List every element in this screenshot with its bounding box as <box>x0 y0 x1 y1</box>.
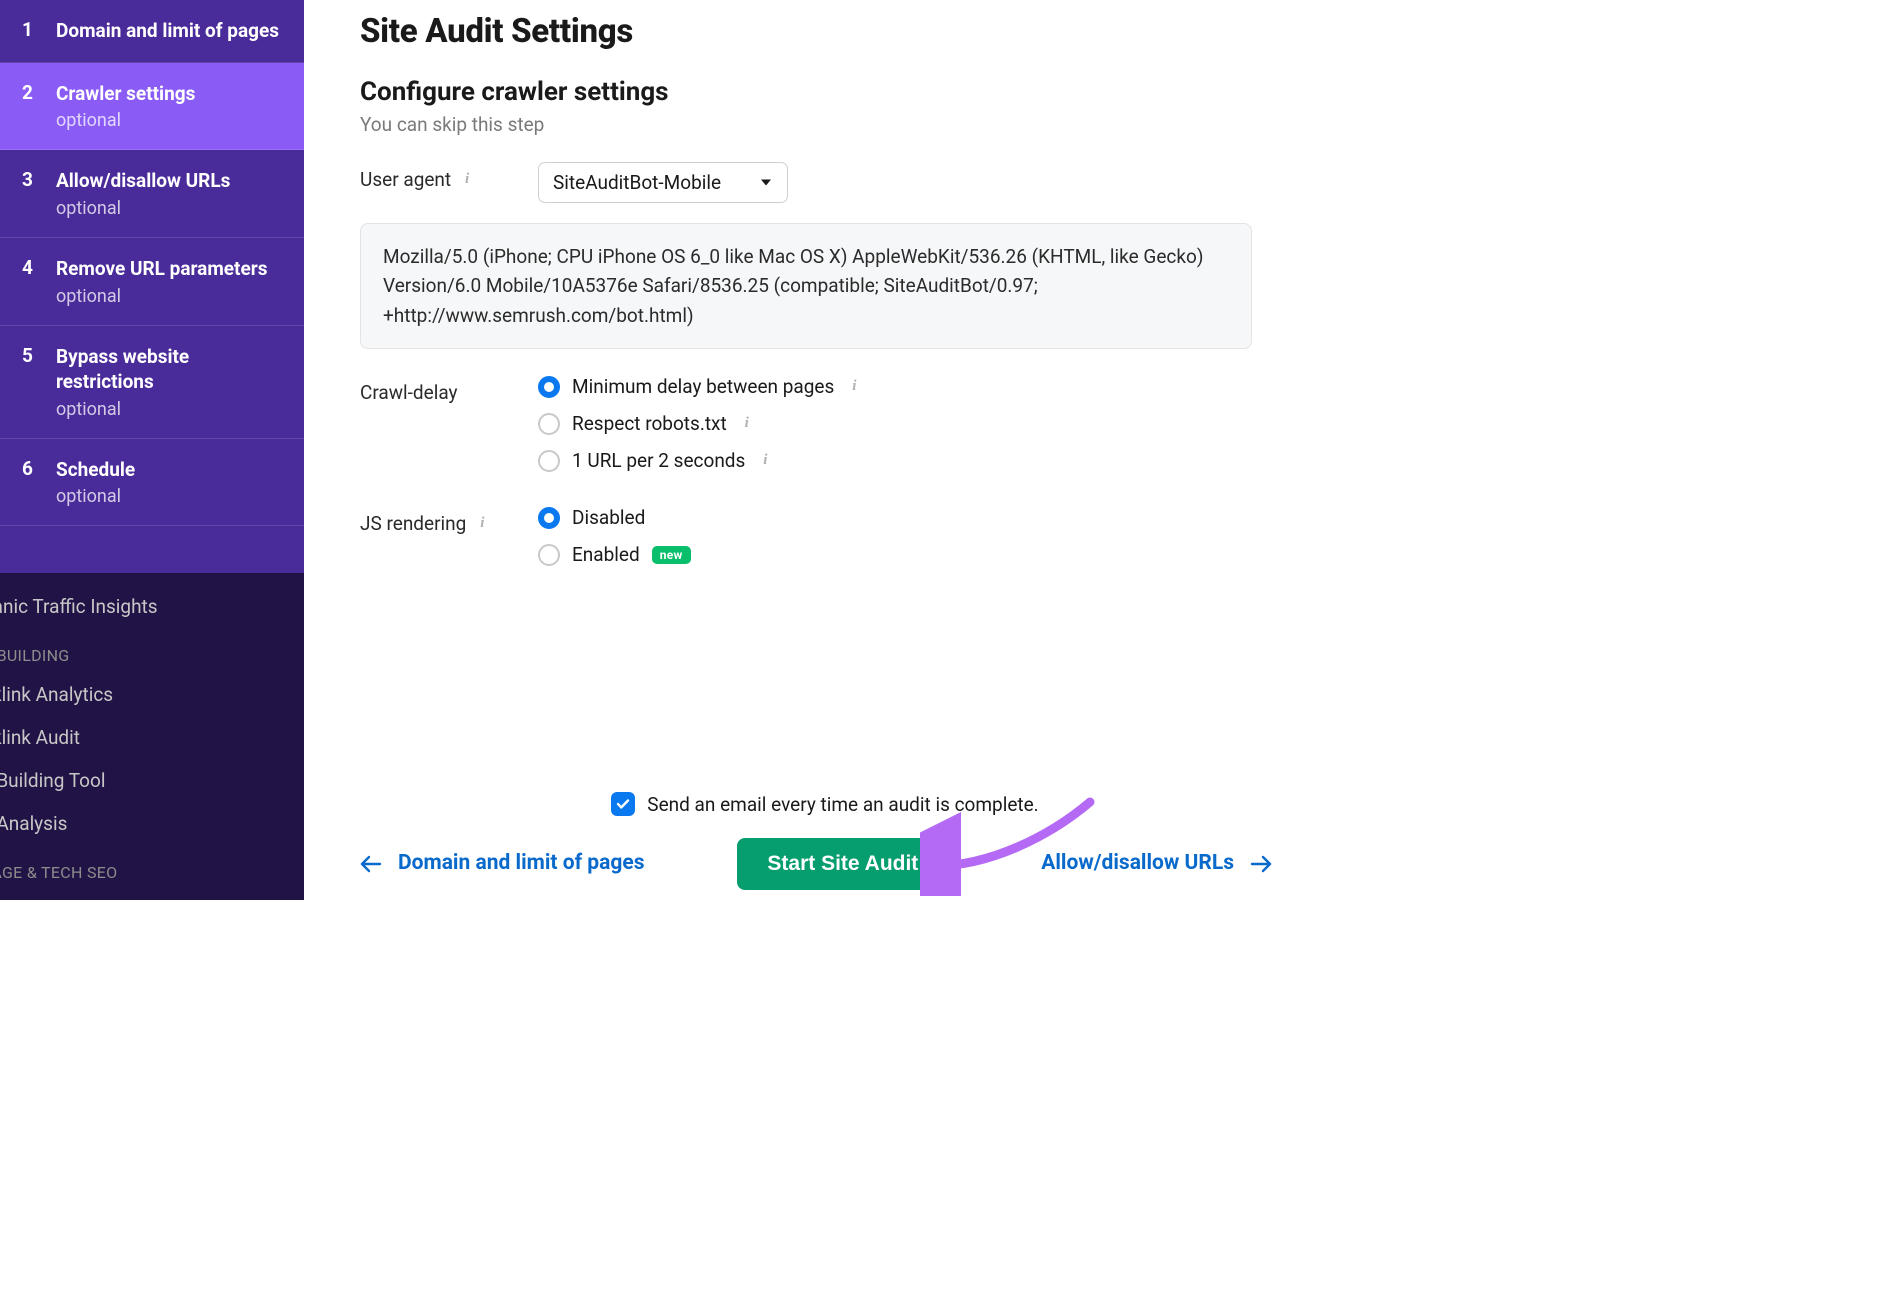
radio-label: 1 URL per 2 seconds <box>572 449 745 472</box>
bg-nav-header: K BUILDING <box>0 628 304 673</box>
radio-label: Respect robots.txt <box>572 412 727 435</box>
radio-label: Disabled <box>572 506 645 529</box>
bg-nav-item: k Analysis <box>0 802 304 845</box>
js-rendering-disabled-radio[interactable]: Disabled <box>538 506 1252 529</box>
step-subtitle: optional <box>56 486 284 507</box>
step-remove-url-parameters[interactable]: 4 Remove URL parameters optional <box>0 238 304 326</box>
prev-step-label: Domain and limit of pages <box>398 850 644 877</box>
check-icon <box>615 796 631 812</box>
js-rendering-enabled-radio[interactable]: Enabled new <box>538 543 1252 566</box>
skip-hint: You can skip this step <box>360 113 1252 136</box>
step-crawler-settings[interactable]: 2 Crawler settings optional <box>0 63 304 151</box>
step-number: 5 <box>22 344 56 420</box>
section-title: Configure crawler settings <box>360 77 1252 107</box>
info-icon[interactable]: i <box>459 172 475 188</box>
radio-label: Minimum delay between pages <box>572 375 834 398</box>
radio-checked-icon <box>538 376 560 398</box>
bg-nav-header: PAGE & TECH SEO <box>0 845 304 890</box>
settings-panel: Site Audit Settings Configure crawler se… <box>304 0 1290 900</box>
radio-unchecked-icon <box>538 544 560 566</box>
step-subtitle: optional <box>56 110 284 131</box>
step-subtitle: optional <box>56 399 284 420</box>
bg-nav-item: cklink Analytics <box>0 673 304 716</box>
background-nav: ganic Traffic Insights K BUILDING cklink… <box>0 573 304 900</box>
step-schedule[interactable]: 6 Schedule optional <box>0 439 304 527</box>
new-badge: new <box>652 546 691 564</box>
radio-checked-icon <box>538 507 560 529</box>
wizard-sidebar: 1 Domain and limit of pages 2 Crawler se… <box>0 0 304 900</box>
start-site-audit-button[interactable]: Start Site Audit <box>737 838 948 890</box>
step-title: Bypass website restrictions <box>56 344 284 395</box>
js-rendering-label: JS rendering <box>360 512 466 535</box>
radio-unchecked-icon <box>538 450 560 472</box>
step-title: Schedule <box>56 457 284 483</box>
step-allow-disallow-urls[interactable]: 3 Allow/disallow URLs optional <box>0 150 304 238</box>
step-title: Allow/disallow URLs <box>56 168 284 194</box>
user-agent-string: Mozilla/5.0 (iPhone; CPU iPhone OS 6_0 l… <box>360 223 1252 349</box>
bg-nav-item: e Audit <box>0 890 304 900</box>
step-number: 3 <box>22 168 56 219</box>
info-icon[interactable]: i <box>474 516 490 532</box>
step-domain-limit[interactable]: 1 Domain and limit of pages <box>0 0 304 63</box>
user-agent-select[interactable]: SiteAuditBot-Mobile <box>538 162 788 203</box>
radio-label: Enabled <box>572 543 640 566</box>
email-notify-checkbox[interactable] <box>611 792 635 816</box>
next-step-label: Allow/disallow URLs <box>1041 850 1234 877</box>
bg-nav-item: ganic Traffic Insights <box>0 585 304 628</box>
step-title: Remove URL parameters <box>56 256 284 282</box>
step-bypass-restrictions[interactable]: 5 Bypass website restrictions optional <box>0 326 304 439</box>
next-step-link[interactable]: Allow/disallow URLs <box>1041 850 1272 877</box>
bg-nav-item: cklink Audit <box>0 716 304 759</box>
user-agent-value: SiteAuditBot-Mobile <box>553 171 721 194</box>
email-notify-label: Send an email every time an audit is com… <box>647 793 1038 816</box>
arrow-left-icon <box>360 855 382 873</box>
step-number: 2 <box>22 81 56 132</box>
info-icon[interactable]: i <box>846 379 862 395</box>
prev-step-link[interactable]: Domain and limit of pages <box>360 850 644 877</box>
step-number: 4 <box>22 256 56 307</box>
user-agent-label: User agent <box>360 168 451 191</box>
step-title: Crawler settings <box>56 81 284 107</box>
step-number: 6 <box>22 457 56 508</box>
step-subtitle: optional <box>56 286 284 307</box>
crawl-delay-minimum-radio[interactable]: Minimum delay between pages i <box>538 375 1252 398</box>
arrow-right-icon <box>1250 855 1272 873</box>
step-title: Domain and limit of pages <box>56 18 284 44</box>
info-icon[interactable]: i <box>757 453 773 469</box>
bg-nav-item: k Building Tool <box>0 759 304 802</box>
step-number: 1 <box>22 18 56 44</box>
info-icon[interactable]: i <box>739 416 755 432</box>
chevron-down-icon <box>759 171 773 194</box>
crawl-delay-1url-radio[interactable]: 1 URL per 2 seconds i <box>538 449 1252 472</box>
radio-unchecked-icon <box>538 413 560 435</box>
crawl-delay-robots-radio[interactable]: Respect robots.txt i <box>538 412 1252 435</box>
page-title: Site Audit Settings <box>360 12 1252 51</box>
crawl-delay-label: Crawl-delay <box>360 381 458 404</box>
step-subtitle: optional <box>56 198 284 219</box>
